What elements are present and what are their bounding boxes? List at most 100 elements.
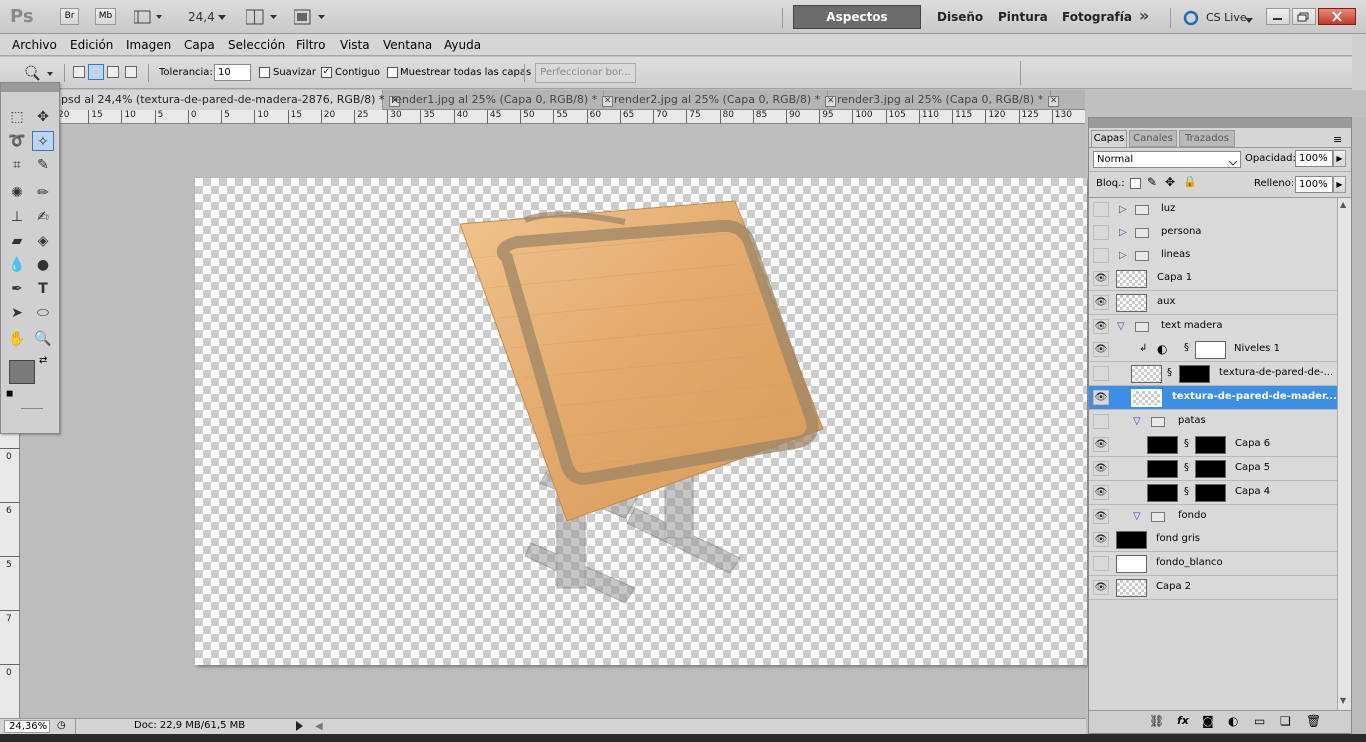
eye-icon[interactable]: 👁 — [1093, 461, 1109, 476]
eye-icon[interactable]: 👁 — [1093, 295, 1109, 310]
blend-mode-select[interactable]: Normal — [1093, 151, 1241, 168]
crop-tool[interactable]: ⌗ — [6, 155, 28, 175]
new-selection-mode-button[interactable] — [73, 66, 85, 78]
add-mask-icon[interactable]: ◙ — [1202, 714, 1214, 728]
tab-layers[interactable]: Capas — [1091, 130, 1127, 147]
fx-icon[interactable]: fx — [1177, 714, 1189, 727]
eye-icon[interactable]: 👁 — [1093, 319, 1109, 334]
menu-archivo[interactable]: Archivo — [12, 38, 57, 52]
history-brush-tool[interactable]: ✍ — [32, 207, 54, 227]
eraser-tool[interactable]: ▰ — [6, 231, 28, 251]
layers-scrollbar[interactable]: ▲ ▼ — [1337, 198, 1351, 710]
menu-ventana[interactable]: Ventana — [383, 38, 432, 52]
visibility-toggle[interactable] — [1093, 225, 1109, 240]
zoom-dropdown-icon[interactable] — [218, 11, 226, 24]
layer-row[interactable]: fondo_blanco — [1089, 552, 1337, 576]
new-adjustment-icon[interactable]: ◐ — [1228, 714, 1238, 728]
opacity-input[interactable] — [1295, 150, 1333, 167]
menu-capa[interactable]: Capa — [184, 38, 215, 52]
add-selection-mode-button[interactable] — [88, 64, 104, 80]
path-selection-tool[interactable]: ➤ — [6, 303, 28, 323]
default-colors-icon[interactable]: ◼ — [6, 389, 13, 399]
status-arrow-icon[interactable] — [296, 721, 304, 734]
tab-paths[interactable]: Trazados — [1179, 130, 1235, 147]
swap-colors-icon[interactable]: ⇄ — [39, 355, 47, 366]
intersect-selection-mode-button[interactable] — [125, 66, 137, 78]
layer-row-selected[interactable]: 👁 textura-de-pared-de-mader... — [1089, 386, 1337, 410]
brush-tool[interactable]: ✏ — [32, 183, 54, 203]
quick-selection-tool[interactable]: ✧ — [32, 131, 54, 151]
mini-bridge-button[interactable]: Mb — [95, 8, 116, 25]
layer-row[interactable]: 👁 ▽ fondo — [1089, 505, 1337, 529]
lock-transparent-pixels-icon[interactable] — [1130, 178, 1141, 189]
bridge-button[interactable]: Br — [60, 8, 79, 25]
clone-stamp-tool[interactable]: ⊥ — [6, 207, 28, 227]
tab-render3[interactable]: render3.jpg al 25% (Capa 0, RGB/8) * ✕ — [831, 90, 1060, 110]
blend-mode-dropdown-icon[interactable] — [1228, 157, 1238, 170]
layer-row[interactable]: § textura-de-pared-de-... — [1089, 362, 1337, 386]
eye-icon[interactable]: 👁 — [1093, 437, 1109, 452]
workspace-design-button[interactable]: Diseño — [937, 10, 983, 24]
collapse-group-icon[interactable]: ▽ — [1117, 321, 1125, 332]
spot-healing-tool[interactable]: ✺ — [6, 183, 28, 203]
cs-live-menu[interactable]: CS Live — [1206, 11, 1247, 24]
tab-channels[interactable]: Canales — [1129, 130, 1177, 147]
new-layer-icon[interactable]: ❏ — [1280, 714, 1291, 728]
subtract-selection-mode-button[interactable] — [107, 66, 119, 78]
workspace-painting-button[interactable]: Pintura — [998, 10, 1048, 24]
status-menu-icon[interactable]: ◷ — [57, 720, 66, 731]
cs-live-dropdown-icon[interactable] — [1245, 14, 1253, 27]
layer-row[interactable]: ▷ lineas — [1089, 244, 1337, 268]
eye-icon[interactable]: 👁 — [1093, 509, 1109, 524]
layer-row[interactable]: 👁 Capa 2 — [1089, 576, 1337, 600]
refine-edge-button[interactable]: Perfeccionar bor... — [535, 63, 636, 83]
layer-row[interactable]: 👁 Capa 1 — [1089, 267, 1337, 291]
layer-row[interactable]: 👁 § Capa 4 — [1089, 481, 1337, 505]
visibility-toggle[interactable] — [1093, 556, 1109, 571]
visibility-toggle[interactable] — [1093, 366, 1109, 381]
layers-panel-header[interactable] — [1089, 118, 1351, 128]
layer-row[interactable]: 👁 § Capa 6 — [1089, 433, 1337, 457]
minimize-button[interactable] — [1266, 8, 1290, 25]
layer-row[interactable]: 👁 ▽ text madera — [1089, 315, 1337, 339]
foreground-color-swatch[interactable] — [9, 360, 35, 384]
zoom-tool[interactable]: 🔍 — [32, 329, 54, 349]
layer-row[interactable]: 👁 aux — [1089, 291, 1337, 315]
eye-icon[interactable]: 👁 — [1093, 271, 1109, 286]
close-tab-icon[interactable]: ✕ — [1048, 96, 1060, 107]
eyedropper-tool[interactable]: ✎ — [32, 155, 54, 175]
type-tool[interactable]: T — [32, 279, 54, 299]
expand-group-icon[interactable]: ▷ — [1119, 250, 1127, 261]
tab-current-document[interactable]: psd al 24,4% (textura-de-pared-de-madera… — [55, 90, 401, 110]
scroll-up-icon[interactable]: ▲ — [1340, 200, 1346, 209]
contiguous-checkbox[interactable]: ✓ — [321, 67, 332, 78]
view-extras-button[interactable] — [133, 10, 164, 24]
fill-input[interactable] — [1295, 176, 1333, 193]
visibility-toggle[interactable] — [1093, 414, 1109, 429]
pen-tool[interactable]: ✒ — [6, 279, 28, 299]
fill-slider-button[interactable]: ▶ — [1333, 176, 1346, 193]
close-window-button[interactable] — [1318, 8, 1356, 25]
layer-row[interactable]: ▽ patas — [1089, 410, 1337, 434]
restore-button[interactable] — [1292, 8, 1316, 25]
menu-imagen[interactable]: Imagen — [126, 38, 171, 52]
lock-image-pixels-icon[interactable]: ✎ — [1147, 175, 1157, 189]
move-tool[interactable]: ✥ — [32, 107, 54, 127]
layer-row[interactable]: ▷ persona — [1089, 221, 1337, 245]
smooth-checkbox[interactable] — [259, 67, 270, 78]
panel-menu-icon[interactable]: ≡ — [1333, 133, 1342, 146]
tab-render1[interactable]: render1.jpg al 25% (Capa 0, RGB/8) * ✕ — [385, 90, 614, 110]
menu-edicion[interactable]: Edición — [70, 38, 113, 52]
lasso-tool[interactable]: ➰ — [6, 131, 28, 151]
trash-icon[interactable]: 🗑 — [1306, 714, 1321, 728]
link-layers-icon[interactable]: ⛓ — [1149, 714, 1164, 728]
scroll-down-icon[interactable]: ▼ — [1340, 696, 1346, 705]
marquee-tool[interactable]: ⬚ — [6, 107, 28, 127]
hand-tool[interactable]: ✋ — [6, 329, 28, 349]
sample-all-layers-checkbox[interactable] — [387, 67, 398, 78]
document-canvas[interactable] — [195, 178, 1087, 665]
ellipse-tool[interactable]: ⬭ — [32, 303, 54, 323]
dodge-tool[interactable]: ● — [32, 255, 54, 275]
new-group-icon[interactable]: ▭ — [1254, 714, 1265, 728]
eye-icon[interactable]: 👁 — [1093, 390, 1109, 405]
